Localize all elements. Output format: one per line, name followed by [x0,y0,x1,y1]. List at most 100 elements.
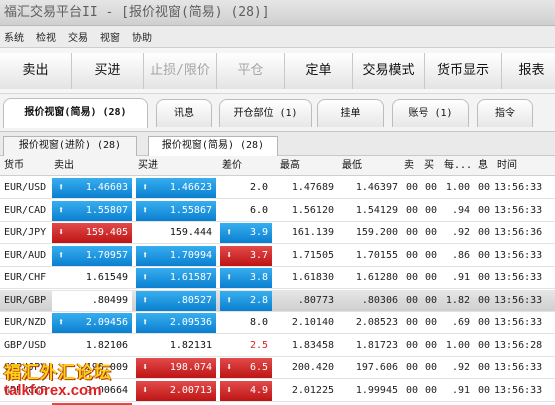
per-cell: 1.82 [445,294,470,306]
per-cell: .92 [451,227,470,238]
i-cell: 00 [477,339,490,351]
quote-row[interactable]: EUR/JPY ⬇ 159.405 159.444 ⬆ 3.9 161.139 159.200… [0,222,555,244]
time-cell: 13:56:28 [494,339,543,351]
tab-2[interactable]: 开仓部位 (1) [219,99,312,127]
buy-price-cell[interactable]: ⬆ .80527 [136,290,216,311]
buy-price-cell[interactable]: ⬆ 1.55867 [136,200,216,221]
tab-0[interactable]: 报价视窗(简易) (28) [3,98,148,128]
column-header-6[interactable]: 卖 [404,156,414,176]
buy-price-cell[interactable]: ⬆ 1.46623 [136,178,216,198]
s-cell: 00 [405,204,418,216]
spread-value: 2.8 [249,294,268,306]
time-cell: 13:56:33 [494,182,543,193]
high-cell: 1.83458 [291,339,334,351]
quote-row[interactable]: GBP/JPY 198.009 ⬇ 198.074 ⬇ 6.5 200.420 197.606… [0,357,555,379]
spread-value: 4.9 [249,384,268,396]
column-header-8[interactable]: 每... [444,156,472,176]
sell-price-cell[interactable]: 1.61549 [52,268,132,288]
buy-value: 1.55867 [169,204,212,216]
low-cell: .80306 [361,294,398,306]
menu-item-2[interactable]: 交易 [68,29,88,44]
sell-price-cell[interactable]: ⬆ 1.55807 [52,200,132,221]
column-header-3[interactable]: 差价 [222,156,242,176]
menu-item-3[interactable]: 视窗 [100,29,120,44]
buy-price-cell[interactable]: ⬇ 2.00713 [136,380,216,401]
sell-price-cell[interactable]: 198.009 [52,358,132,378]
buy-value: 159.444 [169,227,212,238]
quote-row[interactable]: GBP/USD 1.82106 1.82131 2.5 1.83458 1.81723 00… [0,335,555,357]
sell-price-cell[interactable]: ⬇ 159.405 [52,223,132,243]
buy-value: 2.09536 [169,317,212,328]
buy-price-cell[interactable]: ⬆ 2.09536 [136,313,216,333]
s-cell: 00 [405,272,418,283]
column-header-2[interactable]: 买进 [138,156,158,176]
sell-price-cell[interactable]: ⬆ 1.46603 [52,178,132,198]
toolbar-button-4[interactable]: 定单 [285,53,353,89]
time-cell: 13:56:33 [494,317,543,328]
spread-cell: ⬇ 3.7 [220,245,272,266]
menu-item-4[interactable]: 协助 [132,29,152,44]
high-cell: 1.71505 [291,249,334,261]
sell-value: 1.46603 [85,182,128,193]
quote-subtabs: 报价视窗(进阶) (28) 报价视窗(简易) (28) [0,132,555,156]
tab-1[interactable]: 讯息 [156,99,212,127]
quote-row[interactable]: EUR/CAD ⬆ 1.55807 ⬆ 1.55867 6.0 1.56120 1.54129… [0,200,555,222]
quote-row[interactable]: GBP/CHF 2.00664 ⬇ 2.00713 ⬇ 4.9 2.01225 1.99945… [0,380,555,402]
column-header-5[interactable]: 最低 [342,156,362,176]
menu-bar: 系统 检视 交易 视窗 协助 [0,26,555,48]
tab-5[interactable]: 指令 [477,99,533,127]
buy-price-cell[interactable]: 1.82131 [136,335,216,356]
sell-price-cell[interactable]: ⬆ 2.09456 [52,313,132,333]
buy-price-cell[interactable]: ⬆ 1.61587 [136,268,216,288]
column-header-4[interactable]: 最高 [280,156,300,176]
subtab-0[interactable]: 报价视窗(进阶) (28) [3,136,137,156]
s-cell: 00 [405,362,418,373]
b-cell: 00 [424,384,437,396]
column-header-1[interactable]: 卖出 [54,156,74,176]
arrow-up-icon: ⬆ [142,182,149,193]
arrow-up-icon: ⬆ [58,182,65,193]
sell-price-cell[interactable]: 1.82106 [52,335,132,356]
sell-value: 1.70957 [85,249,128,261]
symbol: EUR/NZD [4,317,47,328]
tab-4[interactable]: 账号 (1) [392,99,469,127]
toolbar-button-6[interactable]: 货币显示 [425,53,502,89]
time-cell: 13:56:33 [494,272,543,283]
quote-row[interactable]: EUR/AUD ⬆ 1.70957 ⬆ 1.70994 ⬇ 3.7 1.71505 1.7015… [0,245,555,267]
buy-price-cell[interactable]: 159.444 [136,223,216,243]
quote-row[interactable]: EUR/NZD ⬆ 2.09456 ⬆ 2.09536 8.0 2.10140 2.08523… [0,312,555,334]
menu-item-1[interactable]: 检视 [36,29,56,44]
toolbar-button-5[interactable]: 交易模式 [353,53,425,89]
quote-row[interactable]: EUR/USD ⬆ 1.46603 ⬆ 1.46623 2.0 1.47689 1.46397… [0,177,555,199]
toolbar-button-7[interactable]: 报表 [502,53,555,89]
quote-row[interactable]: EUR/CHF 1.61549 ⬆ 1.61587 ⬆ 3.8 1.61830 1.61280… [0,267,555,289]
column-header-9[interactable]: 息 [478,156,488,176]
i-cell: 00 [477,227,490,238]
subtab-1[interactable]: 报价视窗(简易) (28) [148,136,278,156]
sell-price-cell[interactable]: .80499 [52,290,132,311]
symbol: EUR/AUD [4,249,47,261]
buy-price-cell[interactable]: ⬇ 198.074 [136,358,216,378]
buy-price-cell[interactable]: ⬆ 1.70994 [136,245,216,266]
column-header-0[interactable]: 货币 [4,156,24,176]
spread-cell: ⬇ 6.5 [220,358,272,378]
arrow-down-icon: ⬇ [226,384,233,396]
toolbar-button-1[interactable]: 买进 [72,53,144,89]
menu-item-0[interactable]: 系统 [4,29,24,44]
i-cell: 00 [477,317,490,328]
sell-price-cell[interactable]: 2.00664 [52,380,132,401]
quote-row[interactable]: EUR/GBP .80499 ⬆ .80527 ⬆ 2.8 .80773 .80306 00 00… [0,289,555,312]
time-cell: 13:56:33 [494,294,543,306]
toolbar-button-0[interactable]: 卖出 [0,53,72,89]
per-cell: .69 [451,317,470,328]
per-cell: .92 [451,362,470,373]
arrow-up-icon: ⬆ [58,317,65,328]
column-header-7[interactable]: 买 [424,156,434,176]
toolbar-button-2[interactable]: 止损/限价 [144,53,217,89]
arrow-up-icon: ⬆ [226,294,233,306]
column-header-10[interactable]: 时间 [497,156,517,176]
low-cell: 1.54129 [355,204,398,216]
sell-price-cell[interactable]: ⬆ 1.70957 [52,245,132,266]
tab-3[interactable]: 挂单 [317,99,384,127]
toolbar-button-3[interactable]: 平仓 [217,53,285,89]
